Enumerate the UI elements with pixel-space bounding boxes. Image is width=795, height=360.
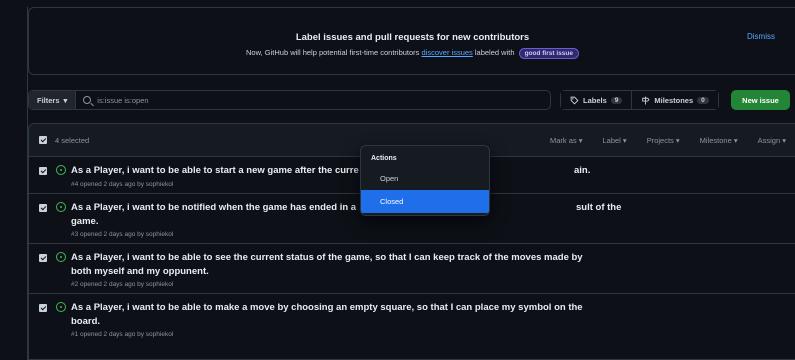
issue-title-text: As a Player, i want to be able to see th… (71, 252, 583, 263)
bulk-action-menus: Mark as ▾ Label ▾ Projects ▾ Milestone ▾… (540, 136, 795, 145)
banner-title: Label issues and pull requests for new c… (295, 32, 530, 43)
projects-menu[interactable]: Projects ▾ (637, 136, 690, 145)
issue-checkbox[interactable] (39, 304, 47, 312)
good-first-issue-badge: good first issue (518, 48, 579, 59)
selected-count: 4 selected (55, 136, 90, 145)
issue-title[interactable]: As a Player, i want to be able to see th… (71, 251, 636, 279)
issue-title-tail: sult of the (576, 202, 622, 213)
milestone-menu-label: Milestone (699, 136, 732, 145)
issue-meta: #2 opened 2 days ago by sophiekol (71, 281, 174, 288)
milestone-menu[interactable]: Milestone ▾ (690, 136, 748, 145)
issue-checkbox[interactable] (39, 167, 47, 175)
filters-button[interactable]: Filters ▾ (29, 91, 77, 109)
issue-title[interactable]: As a Player, i want to be able to make a… (71, 301, 636, 329)
labels-count: 9 (610, 96, 623, 104)
banner-subtitle: Now, GitHub will help potential first-ti… (29, 48, 795, 59)
issue-opened-icon (56, 252, 66, 262)
projects-menu-label: Projects (646, 136, 674, 145)
dropdown-heading: Actions (371, 155, 397, 162)
issue-title-line2: game. (71, 216, 99, 227)
issue-title-text: As a Player, i want to be able to start … (71, 165, 359, 176)
labels-button[interactable]: Labels 9 (561, 91, 632, 109)
issue-title[interactable]: As a Player, i want to be able to start … (71, 164, 636, 178)
issue-opened-icon (56, 165, 66, 175)
issue-meta: #1 opened 2 days ago by sophiekol (71, 331, 174, 338)
mark-open-option[interactable]: Open (361, 167, 489, 190)
select-all-checkbox[interactable] (39, 136, 47, 144)
issue-opened-icon (56, 302, 66, 312)
issue-row[interactable]: As a Player, i want to be able to see th… (29, 244, 795, 294)
assign-menu[interactable]: Assign ▾ (748, 136, 795, 145)
filters-label: Filters (37, 95, 60, 105)
assign-menu-label: Assign (757, 136, 781, 145)
tag-icon (570, 96, 579, 105)
issue-row[interactable]: As a Player, i want to be able to make a… (29, 294, 795, 349)
issues-search-input[interactable]: is:issue is:open (97, 96, 148, 105)
filter-bar: Filters ▾ is:issue is:open (28, 90, 551, 110)
issue-title-line2: both myself and my oppunent. (71, 266, 209, 277)
issue-title-tail: ain. (574, 165, 591, 176)
milestone-icon (642, 96, 650, 104)
issue-meta: #3 opened 2 days ago by sophiekol (71, 231, 174, 238)
issue-title[interactable]: As a Player, i want to be notified when … (71, 201, 636, 229)
mark-as-label: Mark as (549, 136, 577, 145)
milestones-label: Milestones (654, 95, 694, 105)
caret-down-icon: ▾ (63, 95, 68, 105)
issue-title-line2: board. (71, 316, 101, 327)
labels-milestones-group: Labels 9 Milestones 0 (560, 90, 719, 110)
new-issue-button[interactable]: New issue (731, 90, 790, 110)
issue-checkbox[interactable] (39, 204, 47, 212)
banner-sub-mid: labeled with (472, 48, 517, 57)
banner-sub-prefix: Now, GitHub will help potential first-ti… (246, 48, 422, 57)
search-icon (83, 96, 92, 104)
discover-issues-link[interactable]: discover issues (422, 48, 473, 57)
contributors-banner: Label issues and pull requests for new c… (28, 7, 795, 75)
issue-checkbox[interactable] (39, 254, 47, 262)
issue-title-text: As a Player, i want to be able to make a… (71, 302, 583, 313)
label-menu[interactable]: Label ▾ (592, 136, 636, 145)
mark-as-menu[interactable]: Mark as ▾ (540, 136, 593, 145)
milestones-button[interactable]: Milestones 0 (631, 91, 718, 109)
label-menu-label: Label (602, 136, 621, 145)
issues-toolbar: Filters ▾ is:issue is:open Labels 9 Mile… (28, 90, 795, 116)
mark-closed-option[interactable]: Closed (361, 190, 489, 213)
issue-opened-icon (56, 202, 66, 212)
dismiss-link[interactable]: Dismiss (747, 32, 775, 41)
milestones-count: 0 (697, 96, 709, 104)
issue-meta: #4 opened 2 days ago by sophiekol (71, 181, 174, 188)
issue-title-text: As a Player, i want to be notified when … (71, 202, 357, 213)
mark-as-dropdown: Actions Open Closed (360, 145, 490, 216)
labels-label: Labels (583, 95, 607, 105)
